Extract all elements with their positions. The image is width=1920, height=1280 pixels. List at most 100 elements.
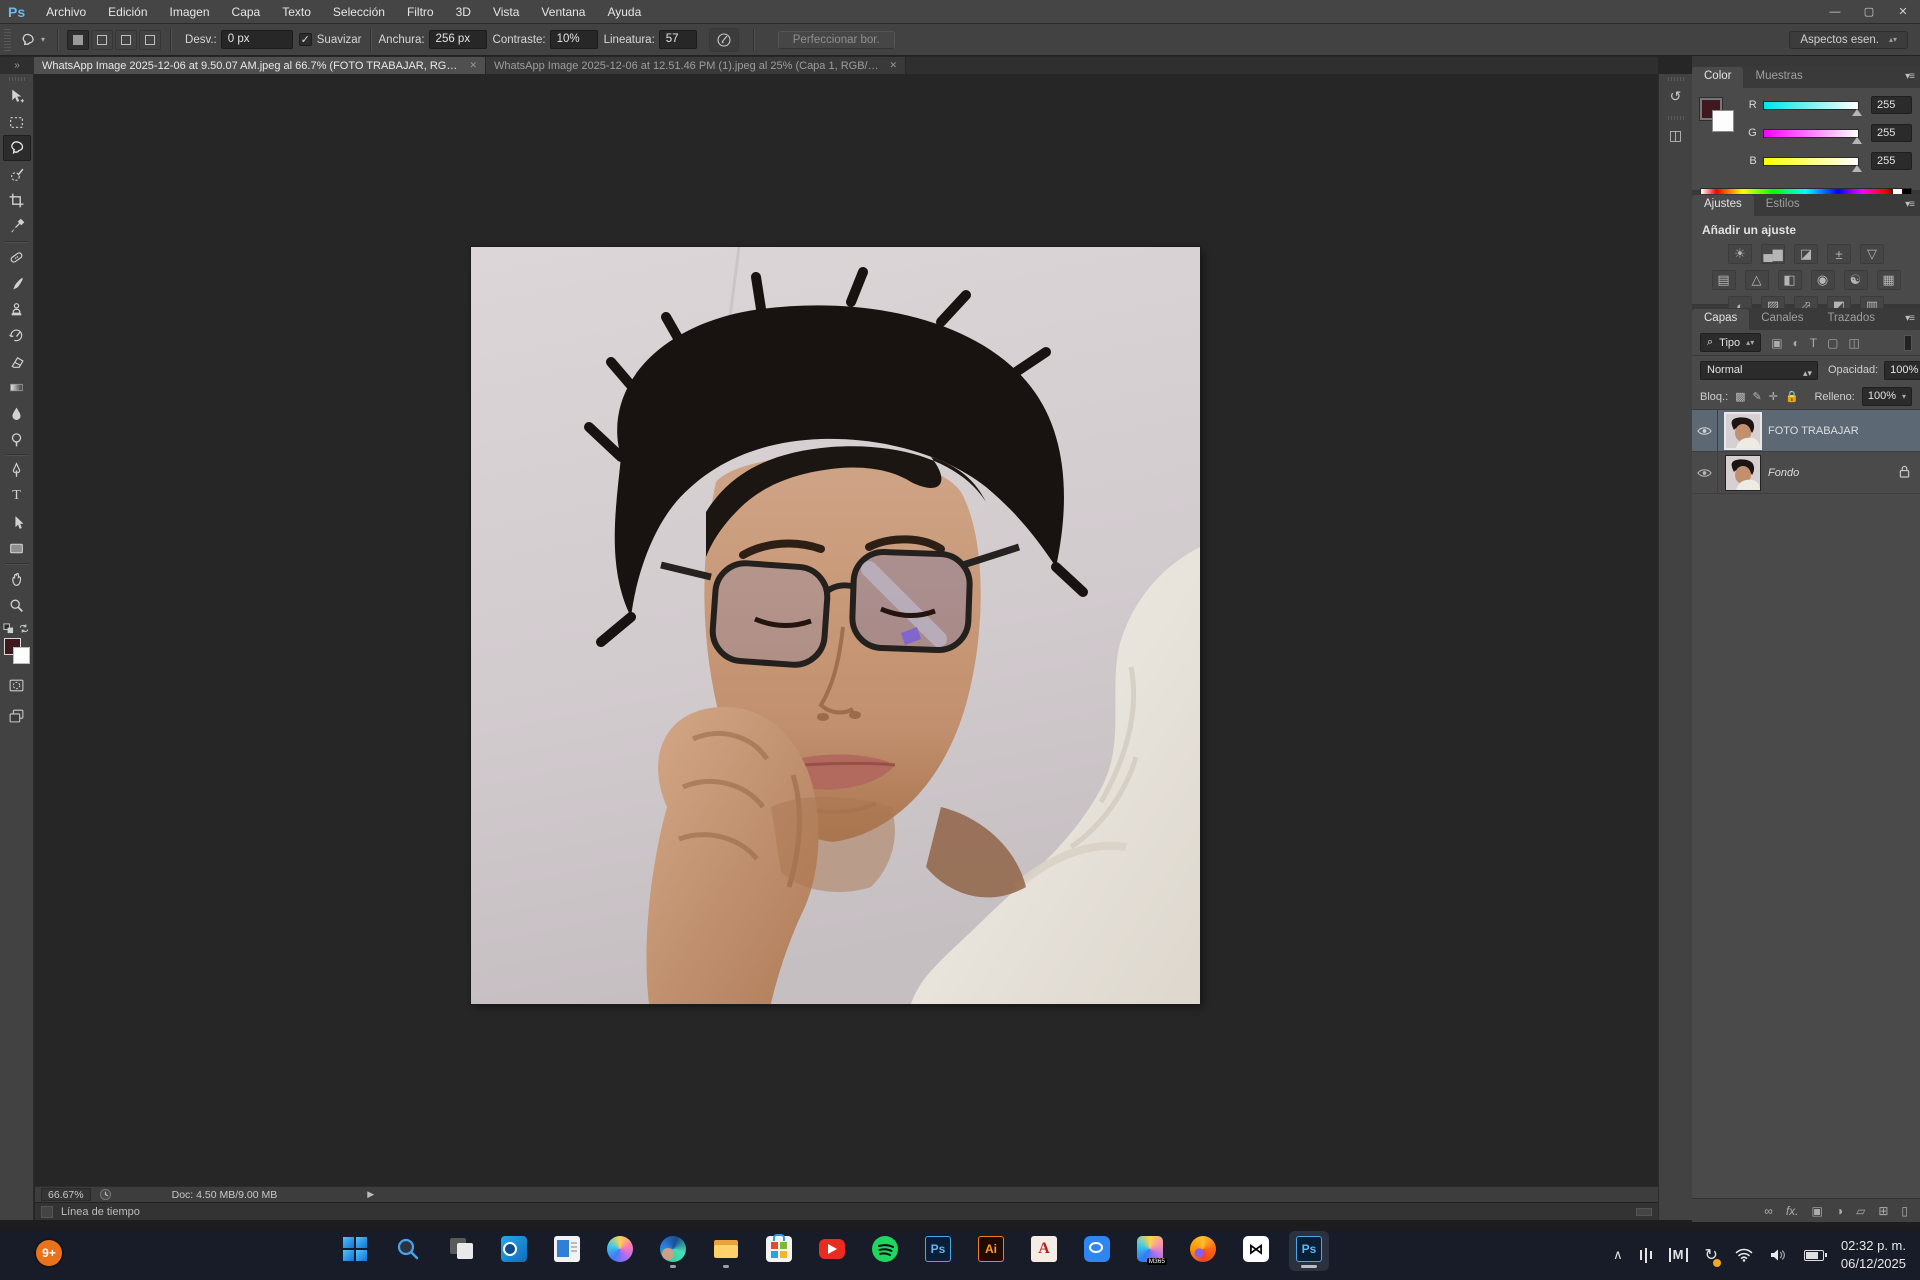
tool-preset-caret-icon[interactable]: ▾ [41,35,45,44]
edge-button[interactable] [660,1236,686,1268]
healing-brush-tool[interactable] [3,244,31,270]
background-color-swatch[interactable] [13,647,30,664]
lock-pixels-icon[interactable]: ✎ [1753,390,1762,403]
filter-shape-layers-icon[interactable]: ▢ [1827,336,1838,350]
menu-vista[interactable]: Vista [482,0,530,24]
magnetic-lasso-tool-preset-icon[interactable] [19,31,37,49]
panel-menu-icon[interactable]: ▾≡ [1905,199,1914,210]
lock-transparency-icon[interactable]: ▩ [1735,390,1745,403]
slider-thumb[interactable] [1852,109,1862,116]
equalizer-tray-icon[interactable] [1640,1247,1652,1263]
autocad-button[interactable]: A [1031,1236,1057,1268]
timeline-scroll-handle[interactable] [1636,1208,1652,1216]
anti-alias-checkbox[interactable]: ✓ [299,33,312,46]
zoom-level-field[interactable]: 66.67% [41,1188,91,1201]
minimize-button[interactable]: — [1818,0,1852,24]
channel-mixer-icon[interactable]: ☯ [1844,270,1868,290]
brush-tool[interactable] [3,270,31,296]
add-layer-mask-icon[interactable]: ▣ [1812,1204,1823,1218]
hue-saturation-icon[interactable]: ▤ [1712,270,1736,290]
blend-mode-select[interactable]: Normal ▴▾ [1700,361,1818,380]
copilot-button[interactable] [607,1236,633,1268]
mcafee-tray-icon[interactable]: M [1669,1248,1688,1262]
selection-mode-intersect-button[interactable] [139,30,161,50]
frequency-input[interactable]: 57 [659,30,697,49]
tab-estilos[interactable]: Estilos [1754,195,1812,216]
m365-copilot-button[interactable]: M365 [1137,1236,1163,1268]
quick-mask-button[interactable] [3,672,31,698]
tray-chevron-up-icon[interactable]: ∧ [1613,1247,1623,1263]
new-group-icon[interactable]: ▱ [1856,1204,1865,1218]
menu-ayuda[interactable]: Ayuda [596,0,652,24]
slider-thumb[interactable] [1852,137,1862,144]
search-button[interactable] [395,1236,421,1268]
volume-icon[interactable] [1770,1248,1787,1262]
new-adjustment-layer-icon[interactable]: ◑ [1836,1204,1843,1218]
exposure-icon[interactable]: ± [1827,244,1851,264]
selection-mode-new-button[interactable] [67,30,89,50]
menu-3d[interactable]: 3D [445,0,482,24]
taskbar-clock[interactable]: 02:32 p. m. 06/12/2025 [1841,1237,1906,1272]
tab-color[interactable]: Color [1692,67,1743,88]
layer-visibility-toggle[interactable] [1692,452,1718,494]
red-channel-slider[interactable] [1763,101,1859,110]
properties-panel-icon[interactable]: ◫ [1663,122,1689,148]
menu-ventana[interactable]: Ventana [530,0,596,24]
firefox-button[interactable] [1190,1236,1216,1268]
filter-adjustment-layers-icon[interactable]: ◐ [1793,336,1800,350]
timeline-panel-bar[interactable]: Línea de tiempo [35,1202,1658,1220]
menu-texto[interactable]: Texto [271,0,322,24]
maximize-button[interactable]: ▢ [1852,0,1886,24]
sync-tray-icon[interactable]: ↻ [1705,1245,1718,1265]
close-button[interactable]: ✕ [1886,0,1920,24]
red-channel-value[interactable]: 255 [1871,96,1912,114]
photoshop-button[interactable]: Ps [925,1236,951,1268]
layer-row-fondo[interactable]: Fondo [1692,452,1920,494]
color-balance-icon[interactable]: △ [1745,270,1769,290]
filter-type-layers-icon[interactable]: T [1810,336,1817,350]
magnetic-lasso-tool[interactable] [3,135,31,161]
width-input[interactable]: 256 px [429,30,487,49]
file-explorer-button[interactable] [713,1236,739,1268]
layer-visibility-toggle[interactable] [1692,410,1718,452]
opacity-field[interactable]: 100% ▾ [1884,361,1920,380]
outlook-button[interactable] [501,1236,527,1268]
color-background-swatch[interactable] [1712,110,1734,132]
lock-all-icon[interactable]: 🔒 [1785,390,1799,403]
notification-badge[interactable]: 9+ [36,1240,62,1266]
panel-menu-icon[interactable]: ▾≡ [1905,313,1914,324]
workspace-switcher[interactable]: Aspectos esen. ▴▾ [1789,31,1908,49]
microsoft-store-button[interactable] [766,1236,792,1268]
chat-app-button[interactable] [1084,1236,1110,1268]
slider-thumb[interactable] [1852,165,1862,172]
menu-filtro[interactable]: Filtro [396,0,445,24]
status-flyout-arrow-icon[interactable]: ▶ [367,1189,374,1200]
screen-mode-button[interactable] [3,702,31,728]
tablet-pressure-button[interactable] [709,28,739,52]
dodge-tool[interactable] [3,426,31,452]
menu-seleccion[interactable]: Selección [322,0,396,24]
curves-icon[interactable]: ◪ [1794,244,1818,264]
layer-row-foto-trabajar[interactable]: FOTO TRABAJAR [1692,410,1920,452]
type-tool[interactable]: T [3,483,31,509]
tab-muestras[interactable]: Muestras [1743,67,1814,88]
tab-trazados[interactable]: Trazados [1815,309,1887,330]
document-tab-1[interactable]: WhatsApp Image 2025-12-06 at 9.50.07 AM.… [34,57,486,74]
blue-channel-value[interactable]: 255 [1871,152,1912,170]
menu-edicion[interactable]: Edición [97,0,158,24]
photo-filter-icon[interactable]: ◉ [1811,270,1835,290]
new-layer-icon[interactable]: ⊞ [1878,1204,1888,1218]
contrast-input[interactable]: 10% [550,30,598,49]
battery-icon[interactable] [1804,1250,1824,1261]
toolbar-collapse-icon[interactable]: » [0,57,34,74]
document-tab-2-close-icon[interactable]: ✕ [889,60,897,71]
delete-layer-icon[interactable]: ▯ [1901,1204,1908,1218]
panel-menu-icon[interactable]: ▾≡ [1905,71,1914,82]
layer-thumbnail[interactable] [1726,456,1760,490]
wifi-icon[interactable] [1735,1248,1753,1262]
menu-archivo[interactable]: Archivo [35,0,97,24]
layer-filter-type-select[interactable]: ⌕ Tipo ▴▾ [1700,333,1761,352]
fill-field[interactable]: 100% ▾ [1862,387,1912,406]
lock-position-icon[interactable]: ✛ [1769,390,1778,403]
black-white-icon[interactable]: ◧ [1778,270,1802,290]
